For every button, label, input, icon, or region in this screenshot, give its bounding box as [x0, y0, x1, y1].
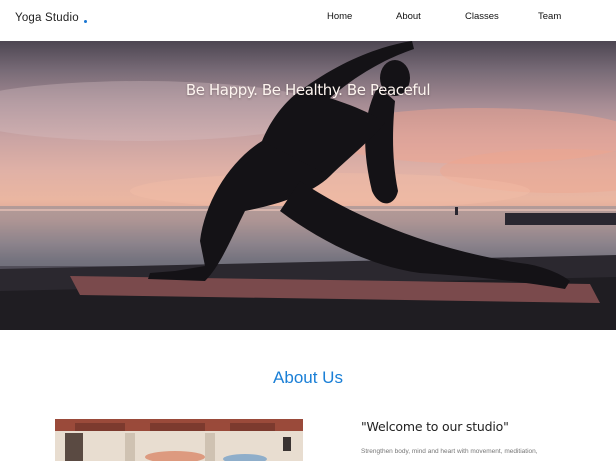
nav-item-classes[interactable]: Classes: [465, 11, 499, 22]
hero-banner: Be Happy. Be Healthy. Be Peaceful: [0, 41, 616, 330]
welcome-heading: "Welcome to our studio": [361, 419, 509, 434]
nav-item-team[interactable]: Team: [538, 11, 561, 22]
site-header: Yoga Studio Home About Classes Team: [0, 0, 616, 41]
hero-title: Be Happy. Be Healthy. Be Peaceful: [185, 81, 431, 99]
welcome-description: Strengthen body, mind and heart with mov…: [361, 448, 538, 455]
main-nav: Home About Classes Team: [0, 11, 616, 25]
nav-item-home[interactable]: Home: [327, 11, 352, 22]
nav-item-about[interactable]: About: [396, 11, 421, 22]
studio-photo-image: [55, 419, 303, 461]
studio-photo: [55, 419, 303, 461]
about-heading: About Us: [273, 368, 343, 387]
